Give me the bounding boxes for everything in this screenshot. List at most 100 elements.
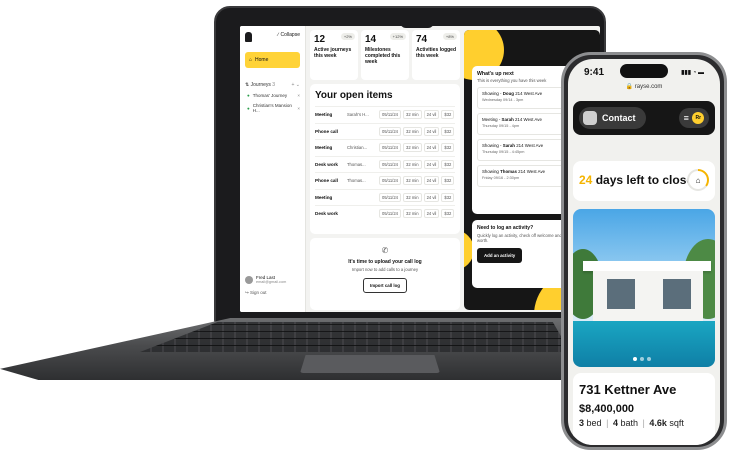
item-duration: 32 min — [403, 143, 422, 153]
house-window — [607, 279, 635, 309]
signout-icon: ↪ — [245, 290, 249, 295]
item-count: 24 vil — [423, 176, 440, 186]
add-activity-button[interactable]: Add an activity — [477, 248, 523, 263]
app-logo — [245, 32, 252, 42]
menu-button[interactable]: ≡ Rr — [679, 108, 709, 128]
days-count: 24 — [579, 173, 593, 187]
status-time: 9:41 — [584, 67, 605, 78]
item-date: 05/11/24 — [379, 110, 401, 120]
contact-button[interactable]: Contact — [579, 107, 646, 129]
item-count: 24 vil — [423, 143, 440, 153]
laptop-camera-notch — [400, 18, 434, 28]
stat-badge: +8% — [442, 33, 457, 40]
app-sidebar: ∕ Collapse ⌂ Home ⇅ Journeys 3 + ⌄ ● Tho… — [240, 26, 306, 312]
journeys-section-header[interactable]: ⇅ Journeys 3 + ⌄ — [245, 82, 300, 88]
table-row[interactable]: Desk work 05/11/24 32 min 24 vil $32 — [315, 205, 455, 222]
url-bar[interactable]: 🔒 rayse.com — [568, 83, 720, 90]
showing-prefix: Showing - — [482, 143, 502, 148]
phone-screen: 9:41 ▮▮▮ ◔ ▬ 🔒 rayse.com Contact ≡ Rr 24… — [568, 59, 720, 445]
sidebar-item-home[interactable]: ⌂ Home — [245, 52, 300, 68]
item-type: Phone call — [315, 128, 338, 134]
item-person: Christian... — [347, 145, 368, 151]
item-count: 24 vil — [423, 126, 440, 136]
listing-specs: 3 bed | 4 bath | 4.6k sqft — [579, 418, 684, 428]
item-date: 05/11/24 — [379, 209, 401, 219]
item-amount: $32 — [441, 176, 455, 186]
journeys-count: 3 — [272, 82, 276, 88]
open-items-title: Your open items — [315, 90, 393, 101]
journeys-add-icon[interactable]: + ⌄ — [292, 82, 301, 88]
listing-card[interactable]: 731 Kettner Ave $8,400,000 3 bed | 4 bat… — [573, 373, 715, 445]
item-count: 24 vil — [423, 110, 440, 120]
showing-prefix: Showing - — [482, 91, 502, 96]
status-bar: 9:41 ▮▮▮ ◔ ▬ — [568, 67, 720, 78]
progress-ring: ⌂ — [687, 169, 709, 191]
signout-label: Sign out — [250, 290, 267, 295]
sidebar-journey-item[interactable]: ● Thomas' Journey × — [245, 93, 300, 98]
item-person: Thomas... — [347, 178, 366, 184]
collapse-button[interactable]: ∕ Collapse — [278, 32, 300, 38]
listing-photo[interactable] — [573, 209, 715, 367]
stat-badge: +2% — [340, 33, 355, 40]
contact-label: Contact — [602, 113, 636, 123]
listing-address: 731 Kettner Ave — [579, 382, 677, 397]
house-roof — [583, 261, 711, 271]
lock-icon: 🔒 — [625, 84, 634, 90]
home-icon: ⌂ — [249, 57, 253, 63]
showing-address: 214 West Ave — [515, 91, 543, 96]
item-duration: 32 min — [403, 126, 422, 136]
upload-title: It's time to upload your call log — [348, 259, 422, 265]
table-row[interactable]: Meeting 05/11/24 32 min 24 vil $32 — [315, 188, 455, 206]
table-row[interactable]: Phone call 05/11/24 32 min 24 vil $32 — [315, 122, 455, 140]
baths-value: 4 — [612, 418, 618, 428]
item-duration: 32 min — [403, 209, 422, 219]
item-date: 05/11/24 — [379, 126, 401, 136]
item-duration: 32 min — [403, 110, 422, 120]
phone-icon: ✆ — [381, 246, 389, 255]
stat-label: Activities logged this week — [416, 47, 457, 59]
showing-name: Thomas — [500, 169, 517, 174]
showing-name: Sarah — [502, 143, 515, 148]
baths-label: bath — [620, 418, 638, 428]
item-date: 05/11/24 — [379, 176, 401, 186]
listing-price: $8,400,000 — [579, 403, 635, 415]
item-date: 05/11/24 — [379, 159, 401, 169]
item-type: Phone call — [315, 178, 338, 184]
import-call-log-button[interactable]: Import call log — [362, 278, 407, 293]
contact-icon — [583, 111, 597, 125]
user-profile[interactable]: Fred Last email@gmail.com — [245, 275, 286, 284]
item-date: 05/11/24 — [379, 192, 401, 202]
item-duration: 32 min — [403, 192, 422, 202]
user-email: email@gmail.com — [256, 280, 287, 284]
carousel-dots[interactable] — [633, 357, 651, 361]
showing-name: Doug — [502, 91, 514, 96]
item-amount: $32 — [441, 143, 455, 153]
brand-badge: Rr — [692, 112, 705, 124]
close-icon[interactable]: × — [297, 93, 300, 98]
laptop-screen: ∕ Collapse ⌂ Home ⇅ Journeys 3 + ⌄ ● Tho… — [240, 26, 600, 312]
table-row[interactable]: Meeting Sarah's H... 05/11/24 32 min 24 vil $… — [315, 106, 455, 123]
item-amount: $32 — [441, 192, 455, 202]
url-text: rayse.com — [634, 84, 663, 90]
hamburger-menu-icon: ≡ — [683, 113, 689, 123]
stat-label: Milestones completed this week — [365, 47, 401, 65]
item-amount: $32 — [441, 126, 455, 136]
item-person: Thomas... — [347, 161, 366, 167]
signout-link[interactable]: ↪ Sign out — [245, 290, 267, 296]
stat-badge: +12% — [389, 33, 406, 40]
item-date: 05/11/24 — [379, 143, 401, 153]
table-row[interactable]: Meeting Christian... 05/11/24 32 min 24 vil $… — [315, 139, 455, 156]
beds-value: 3 — [579, 418, 585, 428]
table-row[interactable]: Desk work Thomas... 05/11/24 32 min 24 vil $3… — [315, 155, 455, 173]
pin-icon: ● — [247, 93, 250, 98]
close-icon[interactable]: × — [297, 106, 300, 111]
stat-card: 14 +12% Milestones completed this week — [361, 30, 409, 80]
phone-nav-bar: Contact ≡ Rr — [573, 101, 715, 135]
table-row[interactable]: Phone call Thomas... 05/11/24 32 min 24 vil $… — [315, 172, 455, 189]
item-duration: 32 min — [403, 159, 422, 169]
journey-label: Thomas' Journey — [252, 93, 288, 98]
sidebar-journey-item[interactable]: ● Christian's Mansion H... × — [245, 103, 300, 113]
item-type: Meeting — [315, 194, 333, 200]
upload-subtitle: Import now to add calls to a journey — [351, 267, 419, 272]
laptop-trackpad — [300, 355, 440, 373]
